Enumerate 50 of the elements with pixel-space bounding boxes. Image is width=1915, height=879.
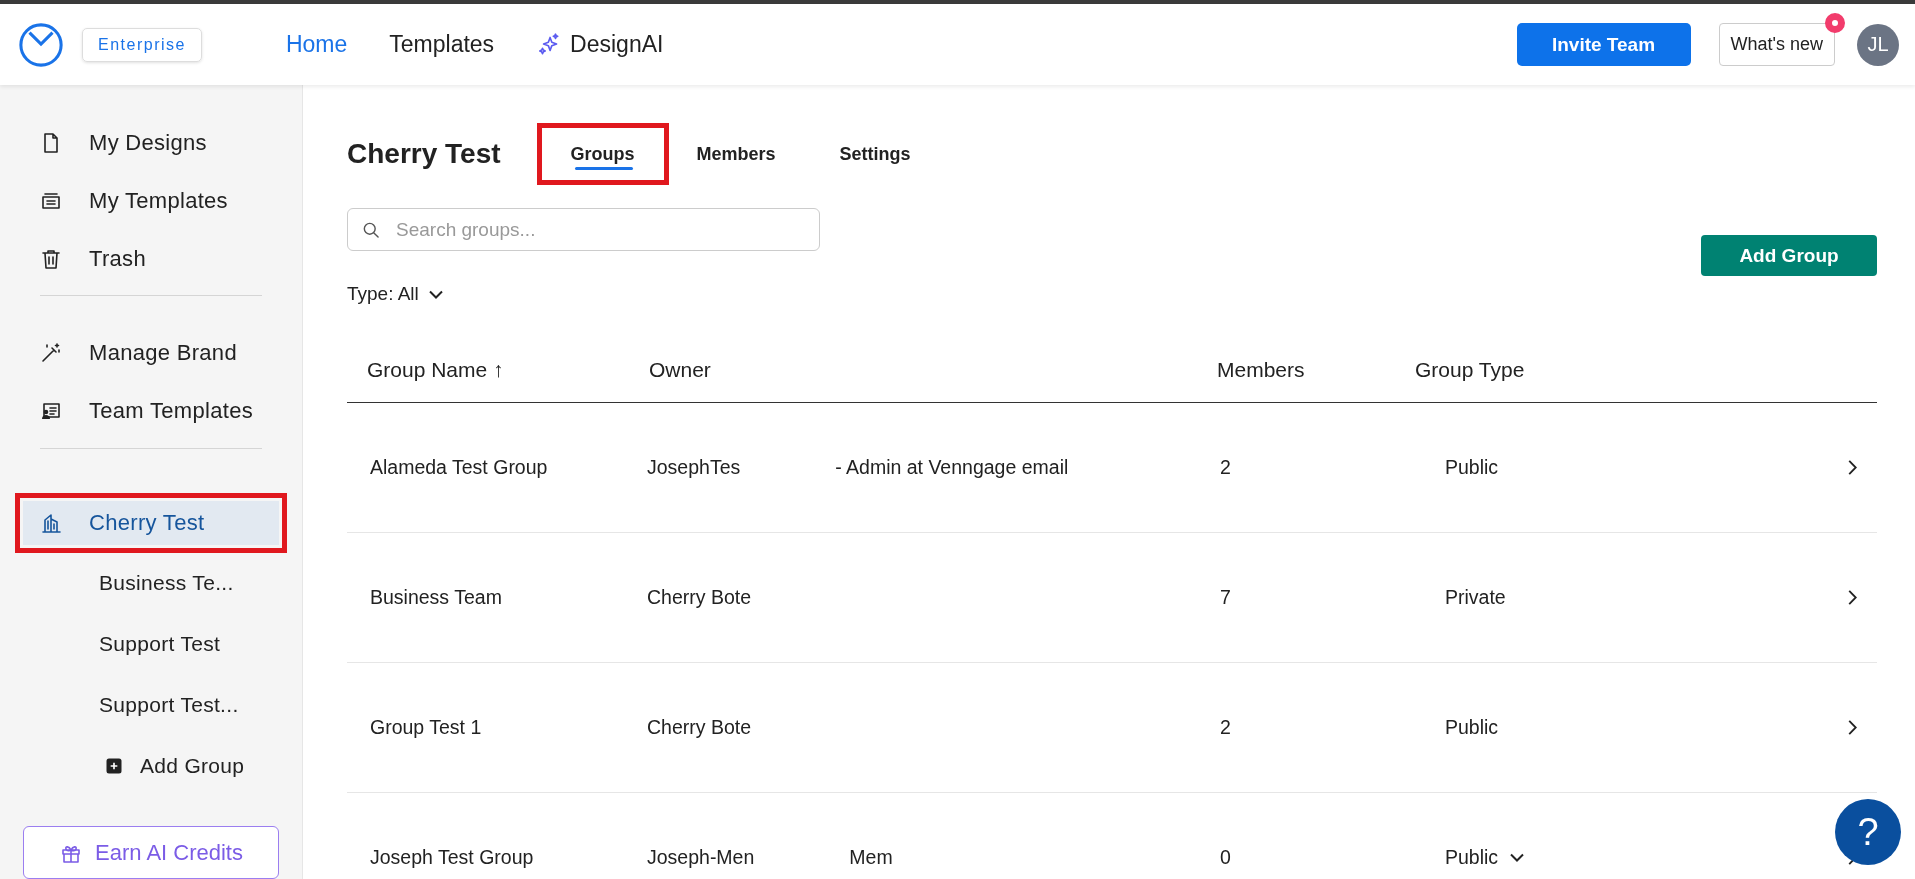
chevron-right-icon bbox=[1848, 460, 1857, 475]
chevron-right-icon bbox=[1848, 590, 1857, 605]
add-group-link[interactable]: Add Group bbox=[23, 735, 279, 797]
column-header[interactable]: Group Name ↑ bbox=[347, 358, 629, 382]
user-avatar[interactable]: JL bbox=[1857, 23, 1899, 66]
group-type: Public bbox=[1445, 716, 1499, 739]
owner-name: Cherry Bote bbox=[647, 586, 752, 609]
add-group-button[interactable]: Add Group bbox=[1701, 235, 1877, 276]
sidebar-item[interactable]: My Designs bbox=[23, 114, 279, 172]
logo-icon bbox=[18, 21, 64, 68]
building-icon bbox=[39, 511, 63, 535]
table-cell-text: 0 bbox=[1219, 846, 1232, 869]
plan-badge: Enterprise bbox=[82, 27, 202, 62]
owner-detail: Mem bbox=[849, 846, 893, 869]
table-cell-text: Business Team bbox=[369, 586, 503, 609]
chevron-right-icon bbox=[1848, 720, 1857, 735]
column-header[interactable]: Owner bbox=[629, 358, 1197, 382]
group-type: Public bbox=[1445, 456, 1499, 479]
owner-name: JosephTes bbox=[647, 456, 741, 479]
sidebar-subitem[interactable]: Support Test... bbox=[23, 674, 279, 736]
sidebar-item[interactable]: My Templates bbox=[23, 171, 279, 230]
nav-link[interactable]: Templates bbox=[389, 31, 495, 58]
column-header[interactable]: Members bbox=[1197, 358, 1395, 382]
owner-name: Joseph-Men bbox=[647, 846, 755, 869]
group-type: Public bbox=[1445, 846, 1499, 869]
earn-credits-button[interactable]: Earn AI Credits bbox=[23, 826, 279, 879]
table-cell-text: Alameda Test Group bbox=[369, 456, 549, 479]
table-cell-text: 2 bbox=[1219, 456, 1232, 479]
table-cell-text: Group Test 1 bbox=[369, 716, 483, 739]
whats-new-button[interactable]: What's new bbox=[1718, 23, 1835, 66]
group-type: Private bbox=[1445, 586, 1506, 609]
sidebar-item[interactable]: Manage Brand bbox=[23, 324, 279, 383]
table-cell-text: Joseph Test Group bbox=[369, 846, 535, 869]
sidebar-subitem[interactable]: Business Te... bbox=[23, 552, 279, 614]
page-title: Cherry Test bbox=[347, 138, 501, 170]
nav-link[interactable]: DesignAI bbox=[536, 31, 664, 58]
column-header[interactable]: Group Type bbox=[1395, 358, 1817, 382]
owner-detail: - Admin at Venngage email bbox=[835, 456, 1069, 479]
table-cell-text: 7 bbox=[1219, 586, 1232, 609]
search-field[interactable]: Search groups... bbox=[347, 208, 820, 251]
owner-name: Cherry Bote bbox=[647, 716, 752, 739]
type-filter-dropdown[interactable]: Type: All bbox=[347, 283, 820, 305]
sidebar-subitem[interactable]: Support Test bbox=[23, 613, 279, 675]
help-button[interactable]: ? bbox=[1835, 799, 1901, 865]
invite-team-button[interactable]: Invite Team bbox=[1516, 23, 1691, 66]
sidebar-item[interactable]: Trash bbox=[23, 229, 279, 288]
chevron-down-icon bbox=[428, 289, 443, 299]
table-cell-text: 2 bbox=[1219, 716, 1232, 739]
sidebar-item[interactable]: Team Templates bbox=[23, 382, 279, 441]
nav-link[interactable]: Home bbox=[285, 31, 348, 58]
